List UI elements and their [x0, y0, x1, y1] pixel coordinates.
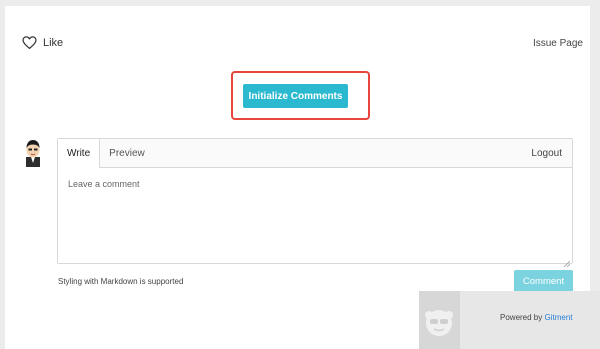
initialize-comments-button[interactable]: Initialize Comments [243, 84, 348, 108]
comment-input[interactable] [58, 168, 572, 263]
comment-editor: Write Preview Logout [57, 138, 573, 268]
powered-by-text: Powered by Gitment [500, 313, 573, 322]
tab-write[interactable]: Write [58, 139, 101, 168]
editor-tabs: Write Preview Logout [58, 139, 572, 168]
markdown-note: Styling with Markdown is supported [58, 277, 184, 286]
resize-grip-icon[interactable] [563, 254, 571, 268]
avatar[interactable] [22, 139, 44, 167]
powered-prefix: Powered by [500, 313, 543, 322]
comment-button[interactable]: Comment [514, 270, 573, 292]
like-label: Like [43, 36, 64, 49]
issue-page-link[interactable]: Issue Page [533, 38, 583, 49]
heart-icon [22, 36, 37, 49]
like-button[interactable]: Like [22, 36, 63, 49]
mascot-logo-icon [419, 291, 460, 349]
gitment-link[interactable]: Gitment [544, 313, 572, 322]
tab-preview[interactable]: Preview [100, 139, 154, 167]
logout-link[interactable]: Logout [531, 139, 562, 168]
powered-by-banner: Powered by Gitment [419, 291, 600, 349]
